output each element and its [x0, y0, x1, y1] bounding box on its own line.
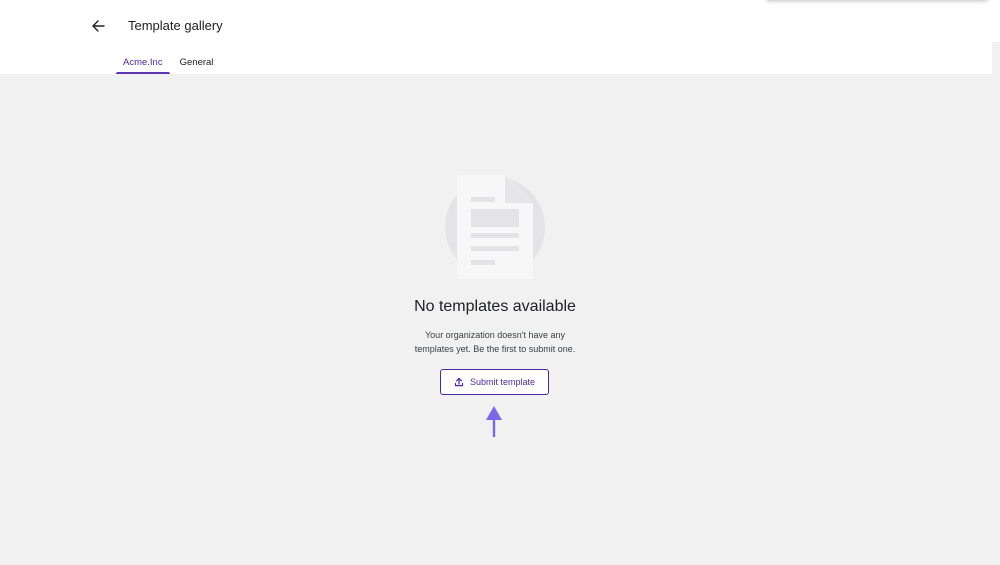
template-gallery-page: Template gallery Acme.Inc General No tem… [0, 0, 1000, 565]
tab-bar: Acme.Inc General [116, 52, 220, 74]
submit-template-label: Submit template [469, 377, 536, 387]
arrow-left-icon [92, 20, 105, 32]
empty-state-title: No templates available [414, 298, 576, 315]
page-title: Template gallery [128, 18, 223, 33]
back-button[interactable] [86, 14, 110, 38]
document-icon [445, 175, 545, 279]
tab-acme-inc[interactable]: Acme.Inc [116, 52, 170, 74]
content-area: No templates available Your organization… [0, 74, 1000, 565]
empty-state-description: Your organization doesn't have any templ… [345, 328, 645, 356]
empty-state-description-line-1: Your organization doesn't have any [425, 330, 565, 340]
header: Template gallery Acme.Inc General [0, 0, 1000, 74]
arrow-up-icon [486, 406, 502, 437]
tab-general[interactable]: General [173, 52, 221, 74]
empty-state-description-line-2: templates yet. Be the first to submit on… [414, 344, 576, 354]
submit-template-button[interactable]: Submit template [440, 369, 549, 395]
upload-icon [454, 377, 464, 387]
scrollbar-track [992, 42, 1000, 74]
